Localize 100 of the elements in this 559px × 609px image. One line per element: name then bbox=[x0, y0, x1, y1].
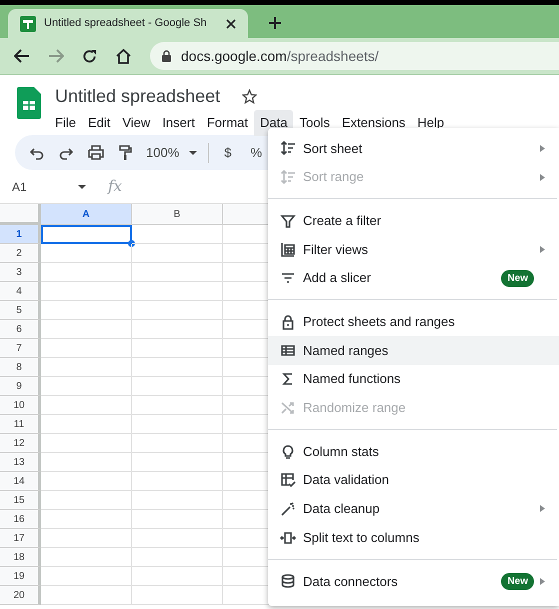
row-header[interactable]: 13 bbox=[0, 453, 41, 472]
paint-roller-icon[interactable] bbox=[119, 144, 132, 160]
row-header[interactable]: 19 bbox=[0, 567, 41, 586]
grid-cell[interactable] bbox=[41, 491, 132, 510]
reload-icon[interactable] bbox=[82, 48, 97, 64]
grid-cell[interactable] bbox=[41, 586, 132, 605]
grid-cell[interactable] bbox=[132, 244, 223, 263]
menu-item[interactable]: Edit bbox=[82, 110, 116, 136]
grid-cell[interactable] bbox=[132, 282, 223, 301]
grid-cell[interactable] bbox=[41, 472, 132, 491]
grid-cell[interactable] bbox=[41, 434, 132, 453]
grid-cell[interactable] bbox=[41, 282, 132, 301]
column-header[interactable]: A bbox=[41, 204, 132, 225]
grid-cell[interactable] bbox=[132, 453, 223, 472]
row-header[interactable]: 2 bbox=[0, 244, 41, 263]
grid-cell[interactable] bbox=[132, 301, 223, 320]
grid-cell[interactable] bbox=[41, 453, 132, 472]
grid-cell[interactable] bbox=[41, 548, 132, 567]
grid-cell[interactable] bbox=[41, 377, 132, 396]
grid-cell[interactable] bbox=[41, 529, 132, 548]
grid-cell[interactable] bbox=[41, 320, 132, 339]
zoom-dropdown[interactable]: 100% bbox=[146, 142, 198, 162]
currency-button[interactable]: $ bbox=[224, 142, 232, 162]
menu-item[interactable]: Add a slicer New bbox=[268, 264, 559, 292]
grid-cell[interactable] bbox=[41, 415, 132, 434]
star-icon[interactable] bbox=[242, 89, 258, 104]
back-icon[interactable] bbox=[14, 49, 30, 63]
function-label: fx bbox=[108, 176, 122, 198]
grid-cell[interactable] bbox=[132, 396, 223, 415]
grid-cell[interactable] bbox=[132, 472, 223, 491]
row-header[interactable]: 4 bbox=[0, 282, 41, 301]
row-header[interactable]: 12 bbox=[0, 434, 41, 453]
grid-cell[interactable] bbox=[41, 339, 132, 358]
row-header[interactable]: 1 bbox=[0, 225, 41, 244]
grid-cell[interactable] bbox=[132, 225, 223, 244]
grid-cell[interactable] bbox=[132, 377, 223, 396]
grid-cell[interactable] bbox=[41, 567, 132, 586]
grid-cell[interactable] bbox=[132, 339, 223, 358]
grid-cell[interactable] bbox=[41, 510, 132, 529]
browser-tab[interactable]: Untitled spreadsheet - Google Sh bbox=[8, 9, 248, 38]
address-bar[interactable]: docs.google.com/spreadsheets/ bbox=[150, 42, 559, 70]
row-header[interactable]: 11 bbox=[0, 415, 41, 434]
grid-cell[interactable] bbox=[132, 263, 223, 282]
menu-item[interactable]: Data connectors New bbox=[268, 566, 559, 596]
grid-cell[interactable] bbox=[132, 358, 223, 377]
menu-item[interactable]: Protect sheets and ranges bbox=[268, 307, 559, 336]
menu-item[interactable]: Filter views bbox=[268, 235, 559, 264]
grid-cell[interactable] bbox=[132, 548, 223, 567]
grid-cell[interactable] bbox=[41, 244, 132, 263]
grid-cell[interactable] bbox=[41, 358, 132, 377]
column-header[interactable]: B bbox=[132, 204, 223, 225]
menu-item[interactable]: Named functions bbox=[268, 364, 559, 394]
document-title[interactable]: Untitled spreadsheet bbox=[55, 83, 220, 110]
menu-item[interactable]: View bbox=[116, 110, 156, 136]
grid-cell[interactable] bbox=[41, 396, 132, 415]
row-header[interactable]: 10 bbox=[0, 396, 41, 415]
grid-cell[interactable] bbox=[132, 434, 223, 453]
new-tab-icon[interactable] bbox=[268, 16, 282, 30]
row-header[interactable]: 6 bbox=[0, 320, 41, 339]
grid-cell[interactable] bbox=[132, 415, 223, 434]
row-header[interactable]: 5 bbox=[0, 301, 41, 320]
menu-item[interactable]: Create a filter bbox=[268, 206, 559, 236]
row-header[interactable]: 17 bbox=[0, 529, 41, 548]
table-icon bbox=[280, 342, 296, 358]
print-icon[interactable] bbox=[88, 145, 104, 160]
menu-item[interactable]: Named ranges bbox=[268, 336, 559, 365]
grid-cell[interactable] bbox=[132, 529, 223, 548]
menu-item[interactable]: Split text to columns bbox=[268, 523, 559, 552]
grid-cell[interactable] bbox=[41, 301, 132, 320]
forward-icon[interactable] bbox=[48, 49, 64, 63]
close-icon[interactable] bbox=[226, 18, 236, 28]
row-header[interactable]: 7 bbox=[0, 339, 41, 358]
menu-item[interactable]: Data validation bbox=[268, 466, 559, 495]
percent-button[interactable]: % bbox=[250, 142, 262, 162]
grid-cell[interactable] bbox=[132, 586, 223, 605]
row-header[interactable]: 18 bbox=[0, 548, 41, 567]
menu-item[interactable]: Sort sheet bbox=[268, 134, 559, 163]
row-header[interactable]: 14 bbox=[0, 472, 41, 491]
grid-cell[interactable] bbox=[132, 510, 223, 529]
row-header[interactable]: 9 bbox=[0, 377, 41, 396]
row-header[interactable]: 16 bbox=[0, 510, 41, 529]
selected-cell[interactable] bbox=[41, 225, 132, 244]
menu-item[interactable]: Data cleanup bbox=[268, 494, 559, 524]
redo-icon[interactable] bbox=[59, 146, 73, 160]
row-header[interactable]: 15 bbox=[0, 491, 41, 510]
row-header[interactable]: 20 bbox=[0, 586, 41, 605]
name-box[interactable]: A1 bbox=[0, 178, 88, 196]
menu-item[interactable]: Format bbox=[200, 110, 254, 136]
grid-cell[interactable] bbox=[132, 567, 223, 586]
menu-item[interactable]: Column stats bbox=[268, 437, 559, 466]
menu-item[interactable]: File bbox=[49, 110, 82, 136]
grid-cell[interactable] bbox=[132, 320, 223, 339]
grid-cell[interactable] bbox=[132, 491, 223, 510]
menu-item[interactable]: Insert bbox=[156, 110, 201, 136]
row-header[interactable]: 8 bbox=[0, 358, 41, 377]
undo-icon[interactable] bbox=[30, 146, 44, 160]
select-all-corner[interactable] bbox=[0, 204, 41, 225]
grid-cell[interactable] bbox=[41, 263, 132, 282]
row-header[interactable]: 3 bbox=[0, 263, 41, 282]
home-icon[interactable] bbox=[115, 48, 132, 64]
